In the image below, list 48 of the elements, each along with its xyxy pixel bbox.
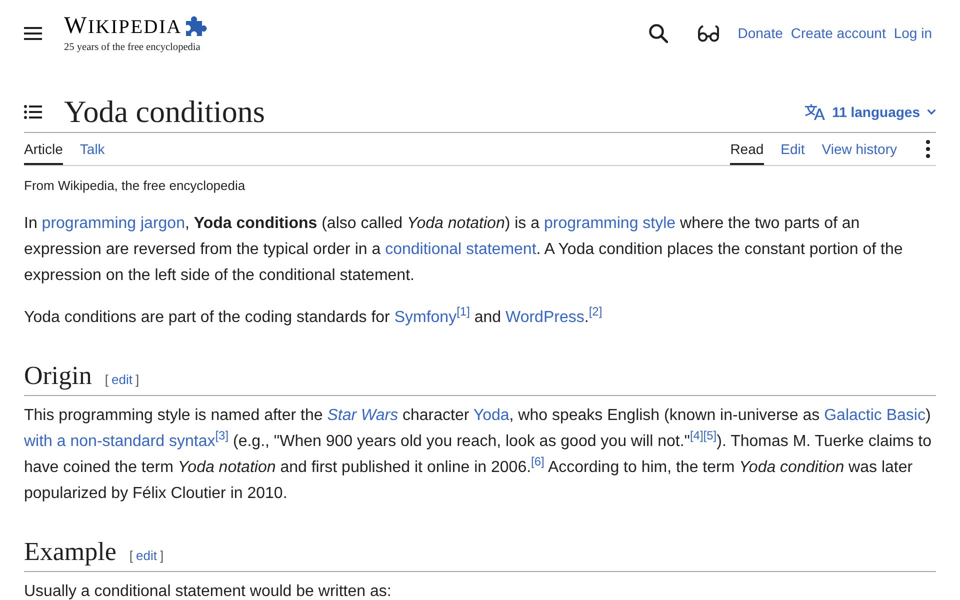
- header-link[interactable]: Create account: [790, 25, 886, 41]
- edit-link[interactable]: [ edit ]: [129, 548, 164, 563]
- puzzle-piece-icon: [184, 16, 207, 38]
- page-tab[interactable]: Article: [24, 133, 63, 165]
- view-tab[interactable]: Edit: [780, 133, 805, 165]
- article-paragraph: Yoda conditions are part of the coding standards for Symfony$^{[1]}$ and WordPress.$^{[2]}$: [24, 305, 604, 328]
- menu-icon: [24, 26, 42, 40]
- article-link[interactable]: Star Wars: [327, 407, 398, 424]
- contents-button[interactable]: [24, 105, 42, 119]
- view-tab[interactable]: Read: [730, 133, 764, 165]
- section-heading: Origin: [24, 360, 92, 392]
- article-link[interactable]: Galactic Basic: [824, 407, 926, 424]
- search-button[interactable]: [648, 24, 668, 42]
- article-link[interactable]: Symfony: [394, 309, 457, 326]
- citation-link[interactable]: [1]: [456, 304, 470, 319]
- article-link[interactable]: Yoda: [473, 407, 510, 424]
- reading-glasses-button[interactable]: [698, 24, 719, 42]
- page-tab[interactable]: Talk: [80, 133, 105, 165]
- list-icon: [24, 105, 42, 119]
- header-link[interactable]: Log in: [894, 25, 932, 41]
- logo-tagline: 25 years of the free encyclopedia: [64, 42, 202, 54]
- view-tab[interactable]: View history: [822, 133, 897, 165]
- citation-link[interactable]: [5]: [703, 428, 717, 443]
- site-subtitle: From Wikipedia, the free encyclopedia: [24, 177, 246, 195]
- article-paragraph: In programming jargon, Yoda conditions (also called Yoda notation) is a programming style where the two parts of an expression are reversed from the typical order in a conditional statement. A Yoda condition places the constant portion of the expression on the left side of the conditional statement.: [24, 214, 904, 286]
- citation-link[interactable]: [4]: [690, 428, 704, 443]
- chevron-down-icon: [927, 109, 936, 115]
- article-link[interactable]: programming style: [544, 215, 676, 232]
- citation-link[interactable]: [2]: [588, 304, 602, 319]
- section-heading: Example: [24, 536, 116, 568]
- translate-icon: [805, 103, 826, 121]
- glasses-icon: [698, 24, 719, 42]
- citation-link[interactable]: [6]: [531, 454, 544, 469]
- edit-link[interactable]: [ edit ]: [104, 372, 140, 387]
- article-link[interactable]: WordPress: [506, 309, 584, 326]
- search-icon: [648, 24, 668, 42]
- citation-link[interactable]: [3]: [215, 428, 229, 443]
- article-paragraph: Usually a conditional statement would be written as:: [24, 582, 392, 600]
- kebab-menu-icon: [926, 140, 930, 158]
- article-link[interactable]: with a non-standard syntax: [24, 433, 216, 450]
- header-link[interactable]: Donate: [738, 25, 783, 41]
- main-menu-button[interactable]: [24, 26, 42, 40]
- article-link[interactable]: conditional statement: [385, 241, 536, 258]
- page-title: Yoda conditions: [64, 93, 265, 131]
- article-paragraph: This programming style is named after the Star Wars character Yoda, who speaks English (known in-universe as Galactic Basic) with a non-standard syntax$^{[3]}$ (e.g., "When 900 years old you reach, look as good you will not."$^{[4]}$$^{[5]}$). Thomas M. Tuerke claims to have coined the term Yoda notation and first published it online in 2006.$^{[6]}$ According to him, the term Yoda condition was later popularized by Félix Cloutier in 2010.: [24, 406, 933, 504]
- wikipedia-wordmark[interactable]: WIKIPEDIA: [64, 14, 182, 38]
- languages-button[interactable]: 11 languages: [805, 103, 936, 121]
- article-link[interactable]: programming jargon: [42, 215, 185, 232]
